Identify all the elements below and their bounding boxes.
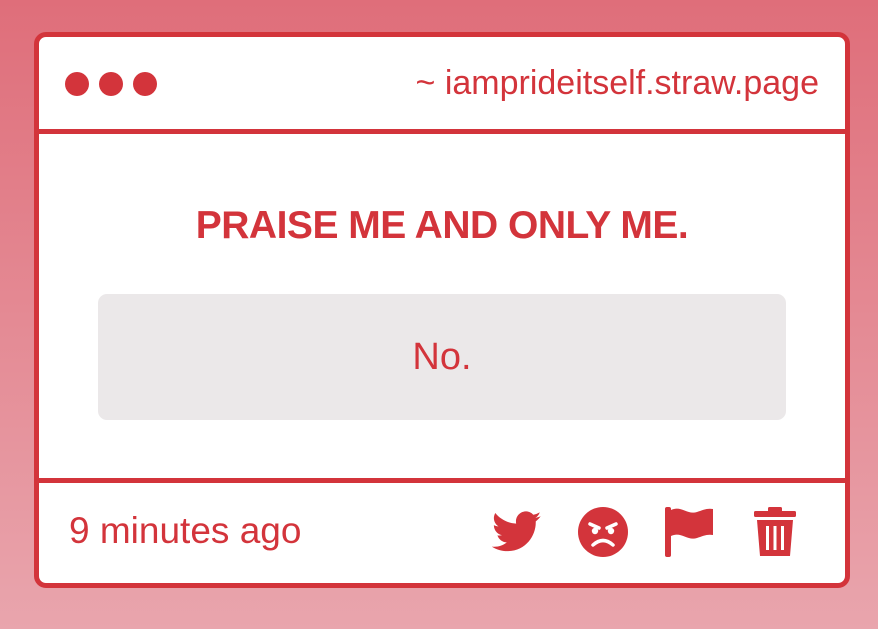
post-footer: 9 minutes ago bbox=[39, 478, 845, 583]
flag-icon bbox=[665, 507, 713, 557]
window-dot[interactable] bbox=[99, 72, 123, 96]
answer-box[interactable]: No. bbox=[98, 294, 786, 420]
react-button[interactable] bbox=[577, 505, 629, 559]
window-controls bbox=[65, 72, 157, 96]
window-titlebar: ~ iamprideitself.straw.page bbox=[39, 37, 845, 134]
post-card: ~ iamprideitself.straw.page PRAISE ME AN… bbox=[34, 32, 850, 588]
window-dot[interactable] bbox=[65, 72, 89, 96]
post-content: PRAISE ME AND ONLY ME. No. bbox=[39, 134, 845, 478]
angry-face-icon bbox=[578, 507, 628, 557]
delete-button[interactable] bbox=[749, 505, 801, 559]
question-text: PRAISE ME AND ONLY ME. bbox=[195, 204, 689, 247]
window-dot[interactable] bbox=[133, 72, 157, 96]
post-timestamp: 9 minutes ago bbox=[69, 510, 302, 551]
report-button[interactable] bbox=[663, 505, 715, 559]
page-url[interactable]: ~ iamprideitself.straw.page bbox=[416, 63, 819, 103]
twitter-icon bbox=[492, 511, 542, 552]
action-bar bbox=[491, 505, 801, 559]
twitter-share-button[interactable] bbox=[491, 505, 543, 559]
trash-icon bbox=[754, 507, 796, 556]
